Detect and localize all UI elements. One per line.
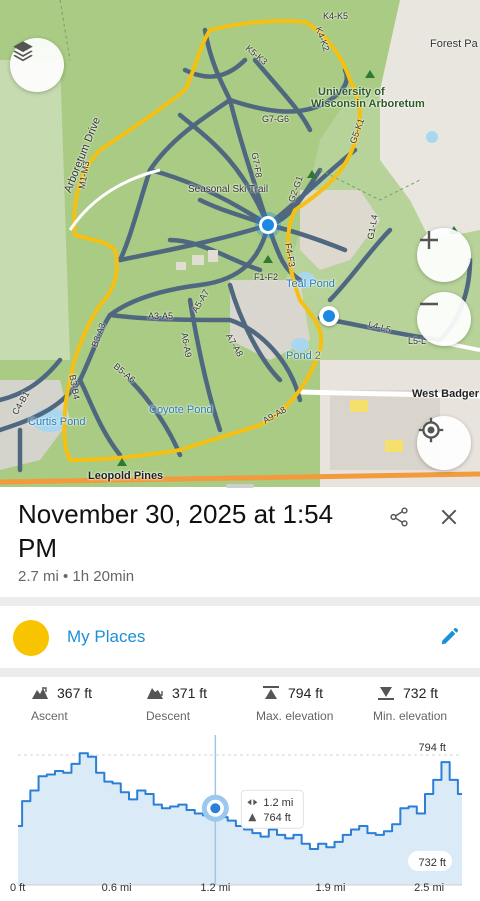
stat-max-elevation: 794 ft Max. elevation xyxy=(256,685,333,723)
min-elevation-value: 732 ft xyxy=(403,685,439,701)
map-label-curtis-pond: Curtis Pond xyxy=(28,416,86,428)
trail-label-k4k5: K4-K5 xyxy=(323,11,349,21)
share-icon xyxy=(390,507,408,527)
elevation-chart[interactable]: 1.2 mi 764 ft 794 ft 732 ft 0 ft 0.6 mi 1.2 mi… xyxy=(0,735,480,901)
descent-icon xyxy=(147,688,163,699)
cursor-elevation-label: 764 ft xyxy=(263,812,291,824)
trail-label-l5: L5-L xyxy=(408,336,427,346)
close-button[interactable] xyxy=(434,502,464,532)
max-elevation-value: 794 ft xyxy=(288,685,324,701)
stat-ascent: 367 ft Ascent xyxy=(31,685,92,723)
map-label-forest-park: Forest Pa xyxy=(430,38,478,50)
minus-icon xyxy=(420,302,438,306)
share-button[interactable] xyxy=(384,502,414,532)
zoom-in-button[interactable] xyxy=(417,228,471,282)
ascent-value: 367 ft xyxy=(57,685,93,701)
edit-button[interactable] xyxy=(434,622,464,652)
cursor-distance-label: 1.2 mi xyxy=(263,797,293,809)
divider xyxy=(0,597,480,606)
divider xyxy=(0,668,480,677)
min-elevation-tick: 732 ft xyxy=(418,857,446,869)
current-position-marker xyxy=(262,219,274,231)
max-elevation-label: Max. elevation xyxy=(256,709,334,723)
map-label-pond-2: Pond 2 xyxy=(286,350,321,362)
map-view[interactable]: Forest Pa University of Wisconsin Arbore… xyxy=(0,0,480,487)
crosshair-icon xyxy=(418,417,444,443)
map-label-arboretum: Wisconsin Arboretum xyxy=(311,98,425,110)
cursor-marker-dot xyxy=(210,803,221,814)
place-color-dot xyxy=(13,620,49,656)
x-tick-label: 0 ft xyxy=(10,882,25,894)
my-location-button[interactable] xyxy=(417,416,471,470)
map-label-university: University of xyxy=(318,86,385,98)
map-label-ski-trail: Seasonal Ski Trail xyxy=(188,184,269,195)
zoom-out-button[interactable] xyxy=(417,292,471,346)
descent-value: 371 ft xyxy=(172,685,208,701)
elevation-area xyxy=(18,753,462,885)
stat-min-elevation: 732 ft Min. elevation xyxy=(373,685,447,723)
close-icon xyxy=(441,509,457,525)
pencil-icon xyxy=(441,627,459,645)
x-tick-label: 1.2 mi xyxy=(200,882,230,894)
x-tick-label: 1.9 mi xyxy=(315,882,345,894)
trail-label-f1f2: F1-F2 xyxy=(254,272,279,282)
track-summary: 2.7 mi • 1h 20min xyxy=(18,568,135,585)
ascent-label: Ascent xyxy=(31,709,68,723)
layers-icon xyxy=(13,41,33,62)
track-title: November 30, 2025 at 1:54 PM xyxy=(18,499,334,563)
min-elevation-label: Min. elevation xyxy=(373,709,448,723)
x-tick-label: 2.5 mi xyxy=(414,882,444,894)
layers-button[interactable] xyxy=(10,38,64,92)
trail-label-a3a5: A3-A5 xyxy=(148,311,174,321)
map-label-leopold-pines: Leopold Pines xyxy=(88,470,164,482)
map-label-west-badger: West Badger R xyxy=(412,388,480,400)
stat-descent: 371 ft Descent xyxy=(146,685,207,723)
map-canvas xyxy=(0,0,480,487)
x-tick-label: 0.6 mi xyxy=(102,882,132,894)
trail-label-g7g6: G7-G6 xyxy=(262,114,290,124)
map-label-coyote-pond: Coyote Pond xyxy=(149,404,213,416)
my-places-link[interactable]: My Places xyxy=(67,627,145,647)
descent-label: Descent xyxy=(146,709,191,723)
route-end-marker xyxy=(323,310,335,322)
min-elevation-icon xyxy=(378,687,394,700)
sheet-drag-handle[interactable] xyxy=(226,484,254,488)
max-elevation-icon xyxy=(263,686,279,699)
map-label-teal-pond: Teal Pond xyxy=(286,278,335,290)
ascent-icon xyxy=(32,687,48,699)
max-elevation-tick: 794 ft xyxy=(418,742,446,754)
plus-icon xyxy=(420,231,438,249)
